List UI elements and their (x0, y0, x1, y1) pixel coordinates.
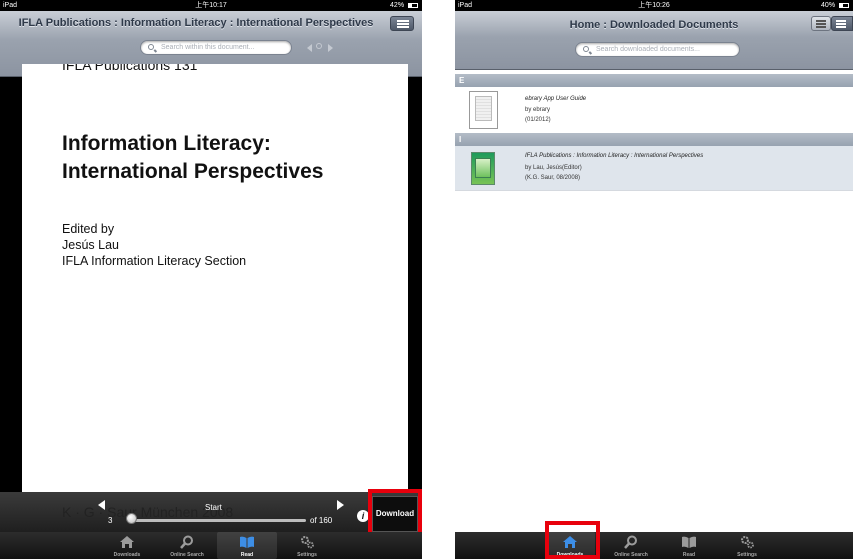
status-bar: iPad 上午10:26 40% (455, 0, 853, 11)
section-header-i: I (455, 133, 853, 146)
tab-label: Read (682, 552, 696, 558)
search-in-document-input[interactable]: Search within this document... (140, 40, 292, 55)
document-list: E ebrary App User Guide by ebrary (01/20… (455, 70, 853, 532)
search-placeholder: Search within this document... (161, 44, 255, 51)
battery-icon (408, 2, 418, 8)
home-icon (120, 536, 134, 548)
tab-settings[interactable]: Settings (277, 532, 337, 559)
table-of-contents-button[interactable] (390, 16, 414, 31)
tab-read[interactable]: Read (659, 532, 719, 559)
document-title: IFLA Publications : Information Literacy… (525, 153, 704, 159)
navigation-bar: Home : Downloaded Documents Search downl… (455, 11, 853, 70)
previous-page-icon[interactable] (98, 500, 105, 510)
battery-indicator: 42% (390, 0, 418, 11)
tab-label: Downloads (113, 552, 141, 558)
search-downloads-input[interactable]: Search downloaded documents... (575, 42, 740, 57)
grid-view-button[interactable] (831, 16, 853, 31)
book-credits: Edited by Jesús Lau IFLA Information Lit… (62, 221, 246, 269)
status-time: 上午10:17 (195, 2, 227, 9)
start-label: Start (205, 503, 222, 512)
tab-label: Online Search (170, 552, 204, 558)
tab-bar: Downloads Online Search Read Settings (0, 532, 422, 559)
book-title: Information Literacy: International Pers… (62, 130, 323, 186)
page-slider-thumb[interactable] (126, 513, 137, 524)
gear-icon (741, 536, 754, 549)
document-page[interactable]: IFLA Publications 131 Information Litera… (22, 64, 408, 496)
search-icon[interactable] (316, 43, 322, 49)
search-icon (180, 535, 193, 549)
search-prev-icon[interactable] (307, 44, 312, 52)
tab-read[interactable]: Read (217, 532, 277, 559)
document-author: by Lau, Jesús(Editor) (525, 165, 582, 171)
document-author: by ebrary (525, 107, 551, 113)
tab-bar: Downloads Online Search Read Settings (455, 532, 853, 559)
book-icon (682, 536, 696, 548)
tab-online-search[interactable]: Online Search (157, 532, 217, 559)
section-name: IFLA Information Literacy Section (62, 254, 247, 268)
tab-label: Online Search (614, 552, 648, 558)
tab-label: Settings (297, 552, 317, 558)
total-pages: of 160 (310, 516, 333, 525)
tab-settings[interactable]: Settings (717, 532, 777, 559)
document-thumbnail (469, 91, 498, 129)
battery-percent: 42% (390, 2, 405, 9)
search-icon (624, 535, 637, 549)
search-icon (148, 44, 154, 50)
list-view-button[interactable] (811, 16, 831, 31)
page-title: Home : Downloaded Documents (569, 19, 739, 31)
document-title: ebrary App User Guide (525, 96, 587, 102)
next-page-icon[interactable] (337, 500, 344, 510)
battery-indicator: 40% (821, 0, 849, 11)
status-bar: iPad 上午10:17 42% (0, 0, 422, 11)
reader-screen: iPad 上午10:17 42% IFLA Publications : Inf… (0, 0, 422, 559)
document-title: IFLA Publications : Information Literacy… (18, 17, 374, 29)
book-icon (240, 536, 254, 548)
search-icon (583, 46, 589, 52)
section-header-e: E (455, 74, 853, 87)
battery-icon (839, 2, 849, 8)
highlight-box-download (368, 489, 422, 537)
status-time: 上午10:26 (638, 2, 670, 9)
tab-online-search[interactable]: Online Search (601, 532, 661, 559)
list-item[interactable]: IFLA Publications : Information Literacy… (455, 146, 853, 191)
page-header-text: IFLA Publications 131 (62, 64, 198, 73)
downloads-screen: iPad 上午10:26 40% Home : Downloaded Docum… (455, 0, 853, 559)
highlight-box-downloads-tab (545, 521, 600, 559)
document-date: (K.G. Saur, 08/2008) (525, 175, 581, 181)
list-item[interactable]: ebrary App User Guide by ebrary (01/2012… (455, 87, 853, 134)
gear-icon (301, 536, 314, 549)
document-thumbnail (471, 152, 495, 185)
tab-label: Read (240, 552, 254, 558)
page-slider-track[interactable] (130, 519, 306, 522)
search-next-icon[interactable] (328, 44, 333, 52)
search-placeholder: Search downloaded documents... (596, 46, 700, 53)
edited-by-label: Edited by (62, 222, 115, 236)
battery-percent: 40% (821, 2, 836, 9)
tab-label: Settings (737, 552, 757, 558)
editor-name: Jesús Lau (62, 238, 119, 252)
tab-downloads[interactable]: Downloads (97, 532, 157, 559)
document-date: (01/2012) (525, 117, 551, 123)
book-title-line-2: International Perspectives (62, 160, 324, 183)
book-title-line-1: Information Literacy: (62, 132, 271, 155)
current-page-number: 3 (108, 516, 113, 525)
